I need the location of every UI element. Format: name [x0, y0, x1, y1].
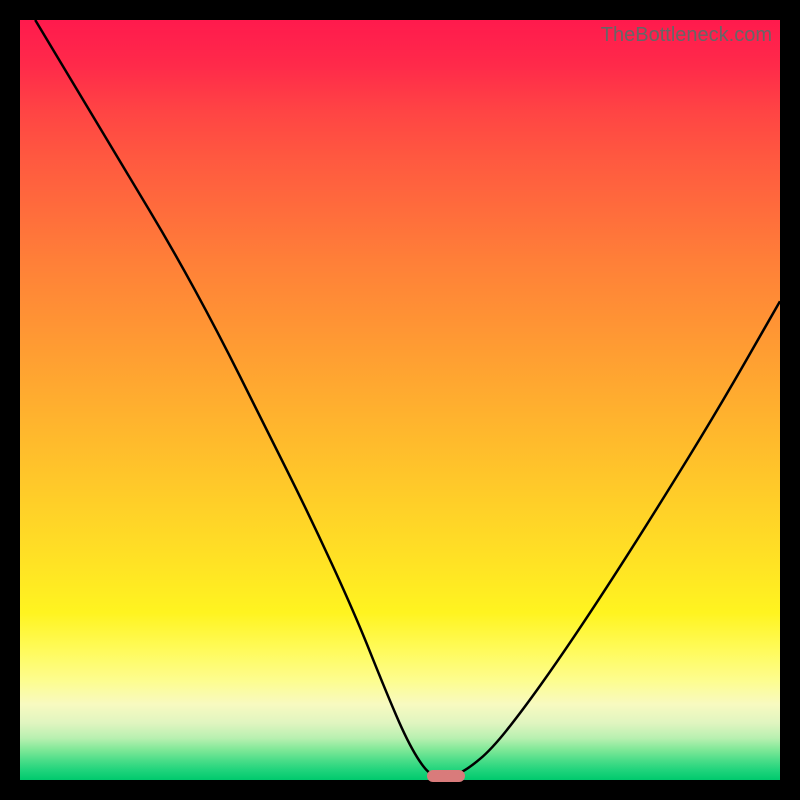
- bottleneck-curve: [20, 20, 780, 780]
- watermark-text: TheBottleneck.com: [601, 24, 772, 47]
- optimal-marker: [427, 770, 465, 782]
- chart-container: TheBottleneck.com: [0, 0, 800, 800]
